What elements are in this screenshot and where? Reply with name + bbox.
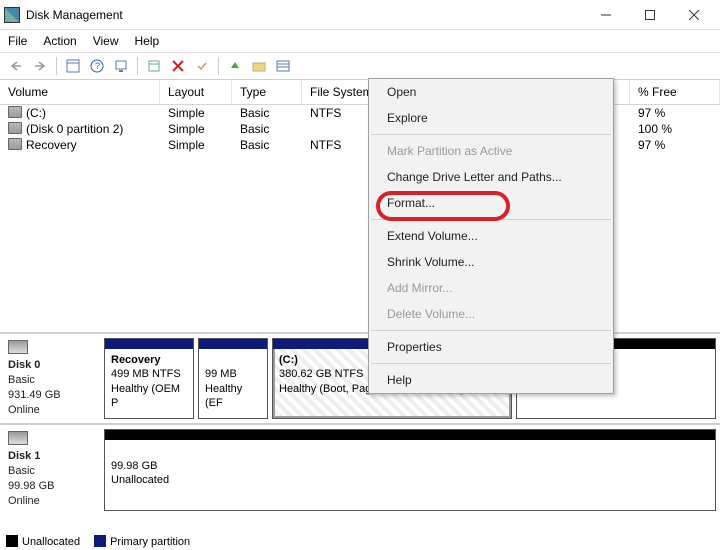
part-size: 99 MB bbox=[205, 368, 237, 380]
legend-unallocated: Unallocated bbox=[22, 536, 80, 548]
menu-view[interactable]: View bbox=[93, 34, 119, 48]
delete-icon[interactable] bbox=[168, 56, 188, 76]
disk-icon bbox=[8, 340, 28, 354]
app-icon bbox=[4, 7, 20, 23]
disk-info[interactable]: Disk 1 Basic 99.98 GB Online bbox=[0, 425, 100, 514]
ctx-change-letter[interactable]: Change Drive Letter and Paths... bbox=[369, 164, 613, 190]
disk-size: 99.98 GB bbox=[8, 480, 54, 492]
folder-icon[interactable] bbox=[249, 56, 269, 76]
legend: Unallocated Primary partition bbox=[6, 535, 190, 548]
volume-name: Recovery bbox=[26, 138, 77, 152]
ctx-properties[interactable]: Properties bbox=[369, 334, 613, 360]
disk-status: Online bbox=[8, 404, 40, 416]
menu-action[interactable]: Action bbox=[43, 34, 76, 48]
partition-efi[interactable]: 99 MB Healthy (EF bbox=[198, 338, 268, 419]
ctx-add-mirror: Add Mirror... bbox=[369, 275, 613, 301]
volume-layout: Simple bbox=[160, 137, 232, 153]
disk-size: 931.49 GB bbox=[8, 389, 61, 401]
part-size: 99.98 GB bbox=[111, 460, 157, 472]
svg-text:?: ? bbox=[95, 61, 100, 71]
part-size: 499 MB NTFS bbox=[111, 368, 181, 380]
volume-layout: Simple bbox=[160, 105, 232, 121]
menu-file[interactable]: File bbox=[8, 34, 27, 48]
disk-kind: Basic bbox=[8, 465, 35, 477]
ctx-extend-volume[interactable]: Extend Volume... bbox=[369, 223, 613, 249]
menubar: File Action View Help bbox=[0, 30, 720, 52]
volume-icon bbox=[8, 138, 22, 148]
volume-layout: Simple bbox=[160, 121, 232, 137]
col-type[interactable]: Type bbox=[232, 80, 302, 104]
disk-label: Disk 1 bbox=[8, 450, 40, 462]
col-free[interactable]: % Free bbox=[630, 80, 720, 104]
disk-info[interactable]: Disk 0 Basic 931.49 GB Online bbox=[0, 334, 100, 423]
volume-free: 100 % bbox=[630, 121, 720, 137]
list-icon[interactable] bbox=[273, 56, 293, 76]
part-status: Healthy (OEM P bbox=[111, 383, 180, 409]
ctx-open[interactable]: Open bbox=[369, 79, 613, 105]
partition-unallocated[interactable]: 99.98 GB Unallocated bbox=[104, 429, 716, 510]
ctx-format[interactable]: Format... bbox=[369, 190, 613, 216]
volume-name: (Disk 0 partition 2) bbox=[26, 122, 123, 136]
volume-type: Basic bbox=[232, 121, 302, 137]
computer-icon[interactable] bbox=[111, 56, 131, 76]
disk-kind: Basic bbox=[8, 374, 35, 386]
close-button[interactable] bbox=[672, 1, 716, 29]
toolbar: ? bbox=[0, 52, 720, 80]
col-layout[interactable]: Layout bbox=[160, 80, 232, 104]
toolbar-icon[interactable] bbox=[63, 56, 83, 76]
up-icon[interactable] bbox=[225, 56, 245, 76]
part-status: Unallocated bbox=[111, 474, 169, 486]
maximize-button[interactable] bbox=[628, 1, 672, 29]
ctx-explore[interactable]: Explore bbox=[369, 105, 613, 131]
ctx-mark-active: Mark Partition as Active bbox=[369, 138, 613, 164]
volume-icon bbox=[8, 106, 22, 116]
disk-status: Online bbox=[8, 495, 40, 507]
minimize-button[interactable] bbox=[584, 1, 628, 29]
legend-swatch-primary bbox=[94, 535, 106, 547]
window-title: Disk Management bbox=[26, 8, 584, 22]
disk-icon bbox=[8, 431, 28, 445]
part-name: (C:) bbox=[279, 354, 298, 366]
help-icon[interactable]: ? bbox=[87, 56, 107, 76]
part-status: Healthy (EF bbox=[205, 383, 242, 409]
volume-name: (C:) bbox=[26, 106, 46, 120]
volume-free: 97 % bbox=[630, 105, 720, 121]
menu-help[interactable]: Help bbox=[135, 34, 160, 48]
ctx-delete-volume: Delete Volume... bbox=[369, 301, 613, 327]
col-volume[interactable]: Volume bbox=[0, 80, 160, 104]
check-icon[interactable] bbox=[192, 56, 212, 76]
disk-label: Disk 0 bbox=[8, 359, 40, 371]
part-size: 380.62 GB NTFS bbox=[279, 368, 363, 380]
refresh-icon[interactable] bbox=[144, 56, 164, 76]
volume-type: Basic bbox=[232, 105, 302, 121]
volume-free: 97 % bbox=[630, 137, 720, 153]
partition-recovery[interactable]: Recovery 499 MB NTFS Healthy (OEM P bbox=[104, 338, 194, 419]
context-menu: Open Explore Mark Partition as Active Ch… bbox=[368, 78, 614, 394]
volume-type: Basic bbox=[232, 137, 302, 153]
part-name: Recovery bbox=[111, 354, 161, 366]
ctx-help[interactable]: Help bbox=[369, 367, 613, 393]
legend-primary: Primary partition bbox=[110, 536, 190, 548]
forward-icon[interactable] bbox=[30, 56, 50, 76]
ctx-shrink-volume[interactable]: Shrink Volume... bbox=[369, 249, 613, 275]
legend-swatch-unallocated bbox=[6, 535, 18, 547]
back-icon[interactable] bbox=[6, 56, 26, 76]
volume-icon bbox=[8, 122, 22, 132]
